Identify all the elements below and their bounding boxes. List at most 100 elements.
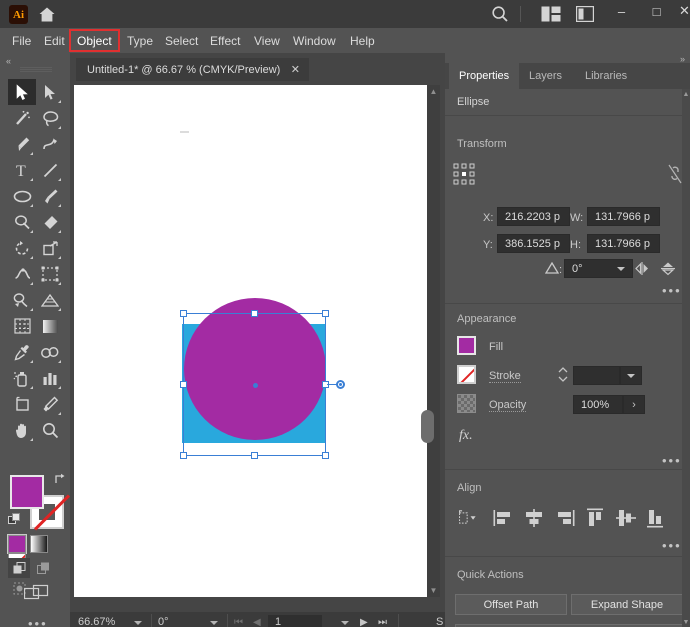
column-graph-tool[interactable] bbox=[36, 365, 64, 391]
menu-select[interactable]: Select bbox=[159, 28, 204, 53]
pen-tool[interactable] bbox=[8, 131, 36, 157]
shaper-tool[interactable] bbox=[8, 209, 36, 235]
tools-more-button[interactable]: ••• bbox=[28, 616, 48, 627]
live-shape-widget-handle[interactable] bbox=[336, 380, 345, 389]
home-icon[interactable] bbox=[38, 6, 56, 23]
document-tab[interactable]: Untitled-1* @ 66.67 % (CMYK/Preview) ✕ bbox=[76, 58, 309, 81]
scroll-up-icon[interactable]: ▲ bbox=[427, 85, 440, 98]
first-page-icon[interactable]: ⏮ bbox=[234, 617, 243, 627]
magic-wand-tool[interactable] bbox=[8, 105, 36, 131]
rotation-dropdown-caret-icon[interactable] bbox=[210, 621, 218, 625]
h-field[interactable]: 131.7966 p bbox=[587, 234, 660, 253]
ellipse-tool[interactable] bbox=[8, 183, 36, 209]
align-horizontal-center-button[interactable] bbox=[523, 508, 545, 528]
align-right-button[interactable] bbox=[553, 508, 575, 528]
menu-window[interactable]: Window bbox=[287, 28, 342, 53]
last-page-icon[interactable]: ⏭ bbox=[378, 617, 387, 627]
align-top-button[interactable] bbox=[585, 508, 607, 528]
artboard-canvas[interactable] bbox=[74, 85, 427, 597]
stroke-swatch-button[interactable] bbox=[457, 365, 476, 384]
zoom-tool[interactable] bbox=[36, 417, 64, 443]
selection-tool[interactable] bbox=[8, 79, 36, 105]
x-field[interactable]: 216.2203 p bbox=[497, 207, 570, 226]
zoom-dropdown-caret-icon[interactable] bbox=[134, 621, 142, 625]
gradient-swatch[interactable] bbox=[30, 535, 48, 553]
page-dropdown-caret-icon[interactable] bbox=[341, 621, 349, 625]
color-swatch[interactable] bbox=[8, 535, 26, 553]
offset-path-button[interactable]: Offset Path bbox=[455, 594, 567, 615]
stroke-weight-field[interactable] bbox=[573, 366, 620, 385]
opacity-field[interactable]: 100% bbox=[573, 395, 623, 414]
menu-file[interactable]: File bbox=[6, 28, 37, 53]
eraser-tool[interactable] bbox=[36, 209, 64, 235]
flip-vertical-icon[interactable] bbox=[660, 261, 676, 276]
menu-effect[interactable]: Effect bbox=[204, 28, 246, 53]
reference-point-selector[interactable] bbox=[453, 163, 475, 185]
menu-type[interactable]: Type bbox=[121, 28, 159, 53]
menu-object[interactable]: Object bbox=[71, 31, 118, 50]
gradient-tool[interactable] bbox=[36, 313, 64, 339]
handle-top-left[interactable] bbox=[180, 310, 187, 317]
handle-top-center[interactable] bbox=[251, 310, 258, 317]
artboard-tool[interactable] bbox=[8, 391, 36, 417]
effects-fx-button[interactable]: fx. bbox=[459, 428, 473, 444]
direct-selection-tool[interactable] bbox=[36, 79, 64, 105]
hand-tool[interactable] bbox=[8, 417, 36, 443]
handle-bottom-right[interactable] bbox=[322, 452, 329, 459]
shape-builder-tool[interactable] bbox=[8, 287, 36, 313]
handle-bottom-left[interactable] bbox=[180, 452, 187, 459]
symbol-sprayer-tool[interactable] bbox=[8, 365, 36, 391]
scroll-down-icon[interactable]: ▼ bbox=[427, 584, 440, 597]
line-segment-tool[interactable] bbox=[36, 157, 64, 183]
link-dimensions-icon[interactable] bbox=[667, 163, 683, 185]
appearance-more-options-button[interactable]: ••• bbox=[662, 453, 682, 468]
fill-swatch-button[interactable] bbox=[457, 336, 476, 355]
align-left-button[interactable] bbox=[493, 508, 515, 528]
flip-horizontal-icon[interactable] bbox=[635, 261, 652, 276]
workspace-switcher-icon[interactable] bbox=[576, 6, 594, 22]
panel-scroll-down-icon[interactable]: ▼ bbox=[682, 617, 690, 627]
draw-behind-mode[interactable] bbox=[32, 558, 54, 578]
eyedropper-tool[interactable] bbox=[8, 339, 36, 365]
document-tab-close-icon[interactable]: ✕ bbox=[291, 63, 300, 76]
lasso-tool[interactable] bbox=[36, 105, 64, 131]
handle-bottom-center[interactable] bbox=[251, 452, 258, 459]
slice-tool[interactable] bbox=[36, 391, 64, 417]
scale-tool[interactable] bbox=[36, 235, 64, 261]
page-number-field[interactable]: 1 bbox=[268, 615, 322, 627]
close-button[interactable]: ✕ bbox=[668, 0, 690, 22]
canvas-vertical-scrollbar[interactable]: ▲ ▼ bbox=[427, 85, 440, 597]
tab-layers[interactable]: Layers bbox=[519, 63, 572, 89]
mesh-tool[interactable] bbox=[8, 313, 36, 339]
tab-properties[interactable]: Properties bbox=[449, 63, 519, 89]
type-tool[interactable]: T bbox=[8, 157, 36, 183]
curvature-tool[interactable] bbox=[36, 131, 64, 157]
zoom-level-value[interactable]: 66.67% bbox=[78, 616, 115, 627]
prev-page-icon[interactable]: ◀ bbox=[253, 617, 261, 627]
y-field[interactable]: 386.1525 p bbox=[497, 234, 570, 253]
blend-tool[interactable] bbox=[36, 339, 64, 365]
transform-more-options-button[interactable]: ••• bbox=[662, 283, 682, 298]
default-fill-stroke-icon[interactable] bbox=[8, 513, 21, 526]
next-page-icon[interactable]: ▶ bbox=[360, 617, 368, 627]
stroke-label[interactable]: Stroke bbox=[489, 370, 521, 383]
minimize-button[interactable]: – bbox=[605, 0, 638, 22]
free-transform-tool[interactable] bbox=[36, 261, 64, 287]
panel-collapse-handle[interactable] bbox=[421, 410, 434, 443]
handle-top-right[interactable] bbox=[322, 310, 329, 317]
paintbrush-tool[interactable] bbox=[36, 183, 64, 209]
menu-edit[interactable]: Edit bbox=[38, 28, 71, 53]
align-to-selection-button[interactable] bbox=[457, 508, 479, 528]
search-icon[interactable] bbox=[491, 5, 509, 23]
fill-color-box[interactable] bbox=[10, 475, 44, 509]
expand-shape-button[interactable]: Expand Shape bbox=[571, 594, 683, 615]
align-more-options-button[interactable]: ••• bbox=[662, 538, 682, 553]
stroke-weight-stepper[interactable] bbox=[557, 366, 569, 383]
width-tool[interactable] bbox=[8, 261, 36, 287]
w-field[interactable]: 131.7966 p bbox=[587, 207, 660, 226]
perspective-grid-tool[interactable] bbox=[36, 287, 64, 313]
screen-mode-icon[interactable] bbox=[24, 583, 50, 603]
align-vertical-center-button[interactable] bbox=[615, 508, 637, 528]
menu-view[interactable]: View bbox=[248, 28, 286, 53]
rotation-value[interactable]: 0° bbox=[158, 616, 169, 627]
